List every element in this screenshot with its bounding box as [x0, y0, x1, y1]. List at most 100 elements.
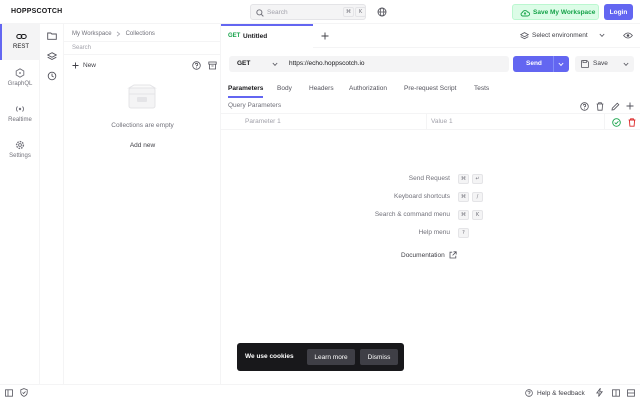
archive-icon[interactable]	[207, 60, 217, 70]
collections-search-input[interactable]: Search	[64, 41, 221, 55]
plus-icon	[72, 62, 79, 69]
shortcut-help-label: Help menu	[418, 229, 450, 236]
request-tab[interactable]: GET Untitled	[221, 24, 313, 48]
sidebar-toggle-icon[interactable]	[4, 388, 13, 397]
dismiss-label: Dismiss	[367, 353, 391, 361]
request-tab-title: Untitled	[243, 33, 268, 40]
login-button[interactable]: Login	[604, 4, 633, 20]
environment-label: Select environment	[532, 32, 588, 39]
globe-icon[interactable]	[376, 6, 387, 17]
shortcut-send-request-label: Send Request	[408, 175, 450, 182]
layout-rows-icon[interactable]	[626, 388, 635, 397]
search-key-k: K	[355, 7, 366, 17]
search-icon	[255, 8, 264, 17]
folder-icon[interactable]	[46, 31, 57, 41]
environment-selector[interactable]: Select environment	[518, 29, 622, 43]
graphql-icon	[14, 67, 25, 78]
external-link-icon	[449, 251, 457, 259]
query-params-header: Query Parameters	[221, 98, 640, 114]
shortcut-send-request-key-2: ↵	[472, 174, 483, 184]
search-placeholder: Search	[267, 9, 288, 16]
tab-authorization[interactable]: Authorization	[349, 85, 387, 92]
chevron-down-icon	[622, 61, 629, 67]
chevron-down-icon	[598, 32, 605, 39]
sidebar-icon-strip	[40, 24, 64, 384]
breadcrumb-collections[interactable]: Collections	[126, 31, 155, 37]
empty-collections-illustration	[124, 82, 160, 114]
rail-item-settings[interactable]: Settings	[0, 136, 40, 162]
cookie-text: We use cookies	[245, 353, 294, 360]
chevron-down-icon[interactable]	[557, 61, 565, 67]
param-drag-handle[interactable]	[229, 117, 238, 127]
request-tab-bar: GET Untitled Select environment	[221, 24, 640, 48]
breadcrumb: My Workspace Collections	[72, 29, 155, 39]
rail-label-settings: Settings	[9, 153, 31, 159]
new-collection-button[interactable]: New	[72, 59, 96, 71]
help-circle-icon[interactable]	[191, 60, 201, 70]
add-new-button[interactable]: Add new	[64, 142, 221, 149]
new-tab-plus-icon[interactable]	[320, 31, 329, 40]
shortcut-keyboard-key-1: ⌘	[458, 192, 469, 202]
gear-icon	[14, 139, 25, 150]
shortcuts-list: Send Request ⌘ ↵ Keyboard shortcuts ⌘ / …	[221, 170, 640, 270]
lightning-icon[interactable]	[595, 388, 604, 397]
shortcut-search-key-1: ⌘	[458, 210, 469, 220]
dismiss-button[interactable]: Dismiss	[360, 349, 398, 365]
delete-param-icon[interactable]	[627, 117, 637, 127]
breadcrumb-workspace[interactable]: My Workspace	[72, 31, 112, 37]
nav-rail: REST GraphQL Realtime Settings	[0, 24, 40, 384]
documentation-link[interactable]: Documentation	[401, 250, 457, 260]
send-button[interactable]: Send	[513, 56, 569, 72]
layout-columns-icon[interactable]	[611, 388, 620, 397]
query-params-label: Query Parameters	[228, 102, 282, 109]
check-circle-icon[interactable]	[611, 117, 621, 127]
url-row: GET https://echo.hoppscotch.io Send Save	[221, 48, 640, 80]
chevron-down-icon	[272, 61, 278, 67]
tab-pre-request-script[interactable]: Pre-request Script	[404, 85, 456, 92]
tab-body[interactable]: Body	[277, 85, 292, 92]
request-subtabs: Parameters Body Headers Authorization Pr…	[221, 80, 640, 98]
collections-empty-text: Collections are empty	[111, 122, 174, 129]
chevron-right-icon	[116, 31, 122, 37]
shortcut-search-label: Search & command menu	[374, 211, 450, 218]
documentation-label: Documentation	[401, 251, 445, 259]
save-button[interactable]: Save	[575, 56, 634, 72]
trash-icon[interactable]	[595, 101, 605, 111]
param-value-input[interactable]: Value 1	[427, 114, 605, 130]
param-row: Parameter 1 Value 1	[221, 114, 640, 130]
edit-icon[interactable]	[610, 101, 620, 111]
layers-icon[interactable]	[46, 51, 57, 61]
app-footer: Help & feedback	[0, 384, 640, 400]
eye-icon[interactable]	[622, 31, 633, 40]
cloud-upload-icon	[520, 8, 530, 17]
shield-check-icon[interactable]	[19, 388, 28, 397]
param-key-input[interactable]: Parameter 1	[241, 114, 427, 130]
search-bar[interactable]: Search ⌘ K	[250, 4, 366, 20]
rail-item-rest[interactable]: REST	[0, 24, 40, 60]
rail-item-realtime[interactable]: Realtime	[0, 100, 40, 126]
rail-item-graphql[interactable]: GraphQL	[0, 64, 40, 90]
history-icon[interactable]	[46, 71, 57, 81]
search-key-cmd: ⌘	[343, 7, 354, 17]
tab-parameters-label: Parameters	[228, 85, 264, 92]
cookie-banner: We use cookies Learn more Dismiss	[237, 343, 404, 371]
method-selector[interactable]: GET	[229, 56, 281, 72]
url-input[interactable]: https://echo.hoppscotch.io	[281, 56, 509, 72]
learn-more-button[interactable]: Learn more	[307, 349, 355, 365]
rail-label-rest: REST	[12, 44, 29, 50]
save-workspace-button[interactable]: Save My Workspace	[512, 4, 599, 20]
save-workspace-label: Save My Workspace	[533, 9, 596, 16]
save-icon	[580, 59, 589, 68]
shortcut-keyboard-label: Keyboard shortcuts	[393, 193, 450, 200]
collections-search-placeholder: Search	[72, 45, 92, 51]
send-label: Send	[526, 60, 542, 67]
request-tab-method: GET	[228, 33, 241, 39]
add-param-plus-icon[interactable]	[625, 101, 635, 111]
tab-parameters[interactable]: Parameters	[228, 80, 264, 98]
app-logo[interactable]: HOPPSCOTCH	[11, 8, 62, 15]
app-header: HOPPSCOTCH Search ⌘ K Save My Workspace …	[0, 0, 640, 24]
tab-tests[interactable]: Tests	[474, 85, 489, 92]
help-circle-icon[interactable]	[579, 101, 589, 111]
help-feedback-button[interactable]: Help & feedback	[524, 388, 585, 398]
tab-headers[interactable]: Headers	[309, 85, 334, 92]
